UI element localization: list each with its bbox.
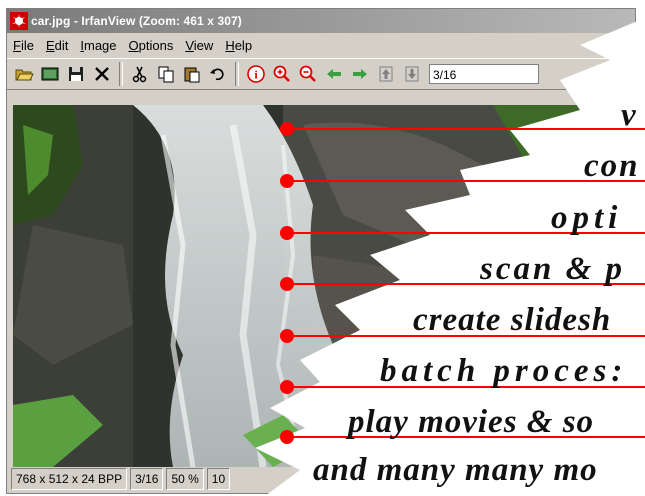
undo-icon[interactable] <box>205 61 231 87</box>
copy-icon[interactable] <box>153 61 179 87</box>
paste-icon[interactable] <box>179 61 205 87</box>
cut-icon[interactable] <box>127 61 153 87</box>
thumbnails-icon[interactable] <box>37 61 63 87</box>
menu-view[interactable]: View <box>179 38 219 53</box>
title-bar[interactable]: car.jpg - IrfanView (Zoom: 461 x 307) <box>7 9 635 33</box>
last-page-icon[interactable] <box>399 61 425 87</box>
toolbar-separator <box>119 62 123 86</box>
feature-text-5: create slidesh <box>413 302 612 338</box>
feature-text-7: play movies & so <box>348 404 595 440</box>
zoom-out-icon[interactable] <box>295 61 321 87</box>
feature-text-3: opti <box>551 200 623 236</box>
status-page: 3/16 <box>130 468 164 490</box>
menu-help[interactable]: Help <box>219 38 258 53</box>
open-folder-icon[interactable] <box>11 61 37 87</box>
zoom-in-icon[interactable] <box>269 61 295 87</box>
page-number-field[interactable]: 3/16 <box>429 64 539 84</box>
status-zoom: 50 % <box>166 468 204 490</box>
irfanview-logo-icon <box>10 12 28 30</box>
menu-bar: File Edit Image Options View Help <box>7 35 258 55</box>
window-title: car.jpg - IrfanView (Zoom: 461 x 307) <box>31 14 242 28</box>
status-dimensions: 768 x 512 x 24 BPP <box>11 468 128 490</box>
feature-text-8: and many many mo <box>313 452 598 488</box>
save-icon[interactable] <box>63 61 89 87</box>
toolbar: i 3/16 <box>7 58 635 90</box>
feature-text-1: v <box>621 97 638 133</box>
feature-text-6: batch proces: <box>380 353 628 389</box>
toolbar-separator <box>235 62 239 86</box>
feature-text-2: con <box>584 148 640 184</box>
first-page-icon[interactable] <box>373 61 399 87</box>
previous-arrow-icon[interactable] <box>321 61 347 87</box>
menu-image[interactable]: Image <box>74 38 122 53</box>
feature-text-4: scan & p <box>480 251 626 287</box>
next-arrow-icon[interactable] <box>347 61 373 87</box>
delete-icon[interactable] <box>89 61 115 87</box>
menu-file[interactable]: File <box>7 38 40 53</box>
menu-edit[interactable]: Edit <box>40 38 74 53</box>
status-extra: 10 <box>206 468 231 490</box>
menu-options[interactable]: Options <box>123 38 180 53</box>
info-icon[interactable]: i <box>243 61 269 87</box>
